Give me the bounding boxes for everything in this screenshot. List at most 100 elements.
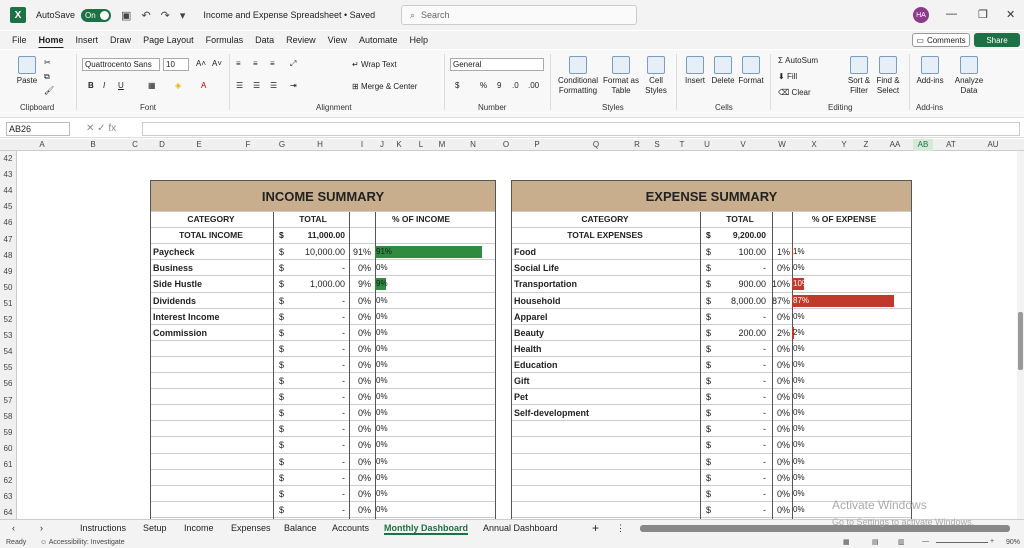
autosum-button[interactable]: Σ AutoSum xyxy=(778,56,818,65)
tab-review[interactable]: Review xyxy=(286,35,316,45)
avatar[interactable]: HA xyxy=(913,7,929,23)
column-header-y[interactable]: Y xyxy=(834,139,854,151)
row-header-45[interactable]: 45 xyxy=(0,202,16,211)
orientation-icon[interactable]: ⤢ xyxy=(290,59,296,69)
cut-icon[interactable]: ✂ xyxy=(44,58,51,67)
row-header-42[interactable]: 42 xyxy=(0,154,16,163)
sheet-tab-income[interactable]: Income xyxy=(184,523,214,533)
column-header-ab[interactable]: AB xyxy=(913,139,933,151)
tab-page-layout[interactable]: Page Layout xyxy=(143,35,194,45)
sheet-tab-monthly-dashboard[interactable]: Monthly Dashboard xyxy=(384,523,469,535)
row-header-63[interactable]: 63 xyxy=(0,492,16,501)
tab-home[interactable]: Home xyxy=(39,35,64,45)
row-header-47[interactable]: 47 xyxy=(0,235,16,244)
column-header-b[interactable]: B xyxy=(83,139,103,151)
font-color-icon[interactable]: A xyxy=(201,81,206,90)
next-sheet-icon[interactable]: › xyxy=(40,523,43,533)
formula-input[interactable] xyxy=(142,122,1020,136)
format-cells-button[interactable]: Format xyxy=(738,56,764,86)
sheet-tab-expenses[interactable]: Expenses xyxy=(231,523,271,533)
column-header-r[interactable]: R xyxy=(627,139,647,151)
clear-button[interactable]: ⌫ Clear xyxy=(778,88,811,97)
column-header-f[interactable]: F xyxy=(238,139,258,151)
wrap-text-button[interactable]: ↵ Wrap Text xyxy=(352,60,397,69)
normal-view-icon[interactable]: ▦ xyxy=(843,538,850,546)
zoom-out-icon[interactable]: — xyxy=(922,538,929,545)
column-header-m[interactable]: M xyxy=(432,139,452,151)
analyze-data-button[interactable]: Analyze Data xyxy=(952,56,986,96)
page-break-view-icon[interactable]: ▥ xyxy=(898,538,905,546)
zoom-slider[interactable] xyxy=(936,542,988,543)
borders-icon[interactable]: ▦ xyxy=(148,81,156,90)
row-header-46[interactable]: 46 xyxy=(0,218,16,227)
autosave-toggle[interactable]: On xyxy=(81,8,112,22)
font-size-select[interactable]: 10 xyxy=(163,58,189,71)
row-header-55[interactable]: 55 xyxy=(0,363,16,372)
sort-filter-button[interactable]: Sort & Filter xyxy=(845,56,873,96)
column-header-k[interactable]: K xyxy=(389,139,409,151)
align-bottom-icon[interactable]: ≡ xyxy=(270,59,275,68)
page-layout-view-icon[interactable]: ▤ xyxy=(872,538,879,546)
indent-icon[interactable]: ⇥ xyxy=(290,81,297,90)
sheet-options-icon[interactable]: ⋮ xyxy=(616,523,625,534)
column-header-o[interactable]: O xyxy=(496,139,516,151)
sheet-tab-annual-dashboard[interactable]: Annual Dashboard xyxy=(483,523,558,533)
undo-icon[interactable]: ↶ xyxy=(141,9,150,22)
column-header-c[interactable]: C xyxy=(125,139,145,151)
sheet-tab-balance[interactable]: Balance xyxy=(284,523,317,533)
column-header-s[interactable]: S xyxy=(647,139,667,151)
tab-insert[interactable]: Insert xyxy=(76,35,99,45)
align-left-icon[interactable]: ☰ xyxy=(236,81,243,90)
column-header-z[interactable]: Z xyxy=(856,139,876,151)
bold-button[interactable]: B xyxy=(88,81,94,90)
row-header-44[interactable]: 44 xyxy=(0,186,16,195)
redo-icon[interactable]: ↷ xyxy=(161,9,170,22)
percent-icon[interactable]: % xyxy=(480,81,487,90)
column-header-e[interactable]: E xyxy=(189,139,209,151)
copy-icon[interactable]: ⧉ xyxy=(44,72,50,82)
tab-draw[interactable]: Draw xyxy=(110,35,131,45)
tab-help[interactable]: Help xyxy=(410,35,429,45)
align-center-icon[interactable]: ☰ xyxy=(253,81,260,90)
share-button[interactable]: Share xyxy=(974,33,1020,47)
tab-file[interactable]: File xyxy=(12,35,27,45)
save-icon[interactable]: ▣ xyxy=(121,9,131,22)
restore-icon[interactable]: ❐ xyxy=(978,8,988,21)
format-as-table-button[interactable]: Format as Table xyxy=(603,56,639,96)
row-header-48[interactable]: 48 xyxy=(0,251,16,260)
zoom-in-icon[interactable]: + xyxy=(990,538,994,545)
row-header-54[interactable]: 54 xyxy=(0,347,16,356)
decrease-font-icon[interactable]: A˅ xyxy=(212,59,222,68)
column-header-a[interactable]: A xyxy=(32,139,52,151)
italic-button[interactable]: I xyxy=(103,81,105,90)
column-header-i[interactable]: I xyxy=(352,139,372,151)
column-header-l[interactable]: L xyxy=(411,139,431,151)
sheet-tab-instructions[interactable]: Instructions xyxy=(80,523,126,533)
minimize-icon[interactable]: — xyxy=(946,8,957,20)
row-header-52[interactable]: 52 xyxy=(0,315,16,324)
row-header-64[interactable]: 64 xyxy=(0,508,16,517)
comments-button[interactable]: ▭ Comments xyxy=(912,33,970,47)
decrease-decimal-icon[interactable]: .00 xyxy=(528,81,539,90)
column-header-aa[interactable]: AA xyxy=(885,139,905,151)
tab-formulas[interactable]: Formulas xyxy=(206,35,244,45)
tab-data[interactable]: Data xyxy=(255,35,274,45)
tab-view[interactable]: View xyxy=(328,35,347,45)
fill-color-icon[interactable]: ◈ xyxy=(175,81,181,90)
column-header-n[interactable]: N xyxy=(463,139,483,151)
insert-cells-button[interactable]: Insert xyxy=(682,56,708,86)
column-header-u[interactable]: U xyxy=(697,139,717,151)
column-header-p[interactable]: P xyxy=(527,139,547,151)
font-name-select[interactable]: Quattrocento Sans xyxy=(82,58,160,71)
currency-icon[interactable]: $ xyxy=(455,81,459,90)
vertical-scroll-thumb[interactable] xyxy=(1018,312,1023,370)
row-header-43[interactable]: 43 xyxy=(0,170,16,179)
sheet-tab-accounts[interactable]: Accounts xyxy=(332,523,369,533)
document-title[interactable]: Income and Expense Spreadsheet • Saved xyxy=(203,10,375,20)
align-middle-icon[interactable]: ≡ xyxy=(253,59,258,68)
add-sheet-icon[interactable]: + xyxy=(592,521,599,535)
align-top-icon[interactable]: ≡ xyxy=(236,59,241,68)
format-painter-icon[interactable]: 🖌 xyxy=(44,86,54,95)
cell-styles-button[interactable]: Cell Styles xyxy=(641,56,671,96)
sheet-tab-setup[interactable]: Setup xyxy=(143,523,167,533)
